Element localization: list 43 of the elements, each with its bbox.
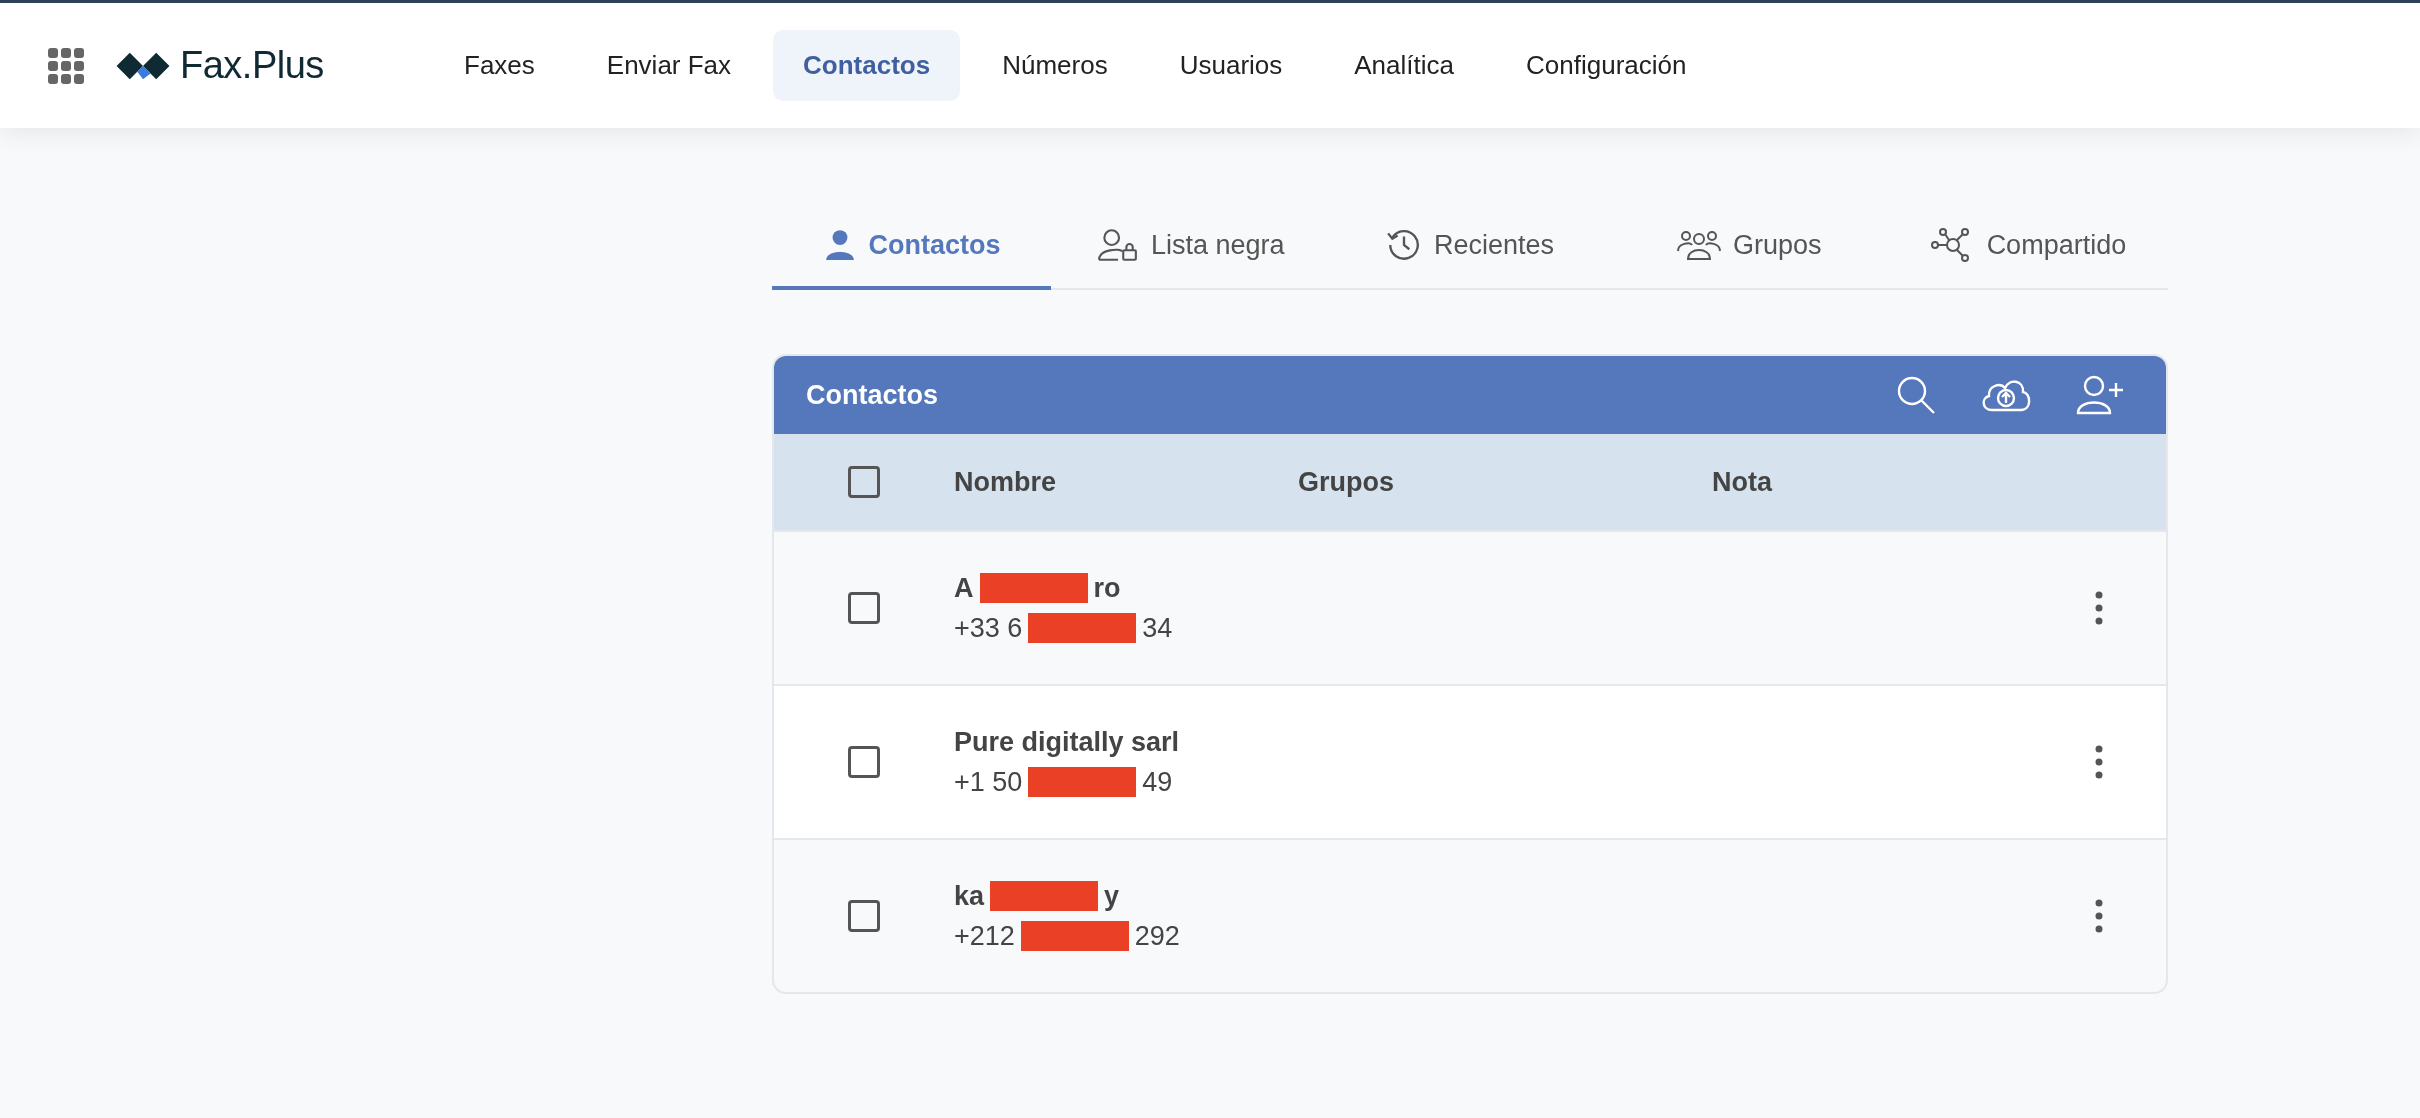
person-lock-icon [1097,228,1139,262]
phone-number: 49 [1142,766,1173,799]
contact-name: y [1104,880,1120,913]
phone-number: +212 [954,920,1015,953]
nav-link[interactable]: Usuarios [1149,30,1313,101]
row-checkbox[interactable] [848,900,880,932]
tab[interactable]: Compartido [1888,204,2168,290]
apps-grid-icon[interactable] [48,47,84,84]
nav-link[interactable]: Enviar Fax [576,30,762,101]
column-header: Nota [1712,466,1772,498]
tab[interactable]: Contactos [772,204,1052,290]
more-options-icon[interactable] [2094,591,2104,625]
more-options-icon[interactable] [2094,899,2104,933]
column-header: Grupos [1298,466,1395,498]
contact-name: ka [954,880,985,913]
row-checkbox[interactable] [848,592,880,624]
tab[interactable]: Grupos [1609,204,1889,290]
contact-row[interactable]: Pure digitally sarl +1 50 49 [774,684,2166,838]
phone-number: 34 [1142,612,1173,645]
phone-number: 292 [1134,920,1180,953]
contact-name: Pure digitally sarl [954,726,1180,759]
nav-link[interactable]: Analítica [1324,30,1484,101]
select-all-checkbox[interactable] [848,466,880,498]
nav-link[interactable]: Números [972,30,1138,101]
nav-link[interactable]: Configuración [1496,30,1717,101]
column-header: Nombre [954,466,1057,498]
nav-link[interactable]: Contactos [773,30,961,101]
tab[interactable]: Recientes [1330,204,1610,290]
brand-name: Fax.Plus [180,44,324,87]
phone-number: +33 6 [954,612,1023,645]
contact-name: ro [1093,572,1121,605]
group-icon [1676,229,1721,261]
search-icon[interactable] [1896,375,1936,415]
nav-link[interactable]: Faxes [434,30,565,101]
tab[interactable]: Lista negra [1051,204,1331,290]
add-person-icon[interactable] [2076,375,2126,415]
more-options-icon[interactable] [2094,745,2104,779]
row-checkbox[interactable] [848,746,880,778]
card-title: Contactos [806,379,938,411]
contact-row[interactable]: ka y +212 292 [774,838,2166,992]
history-icon [1385,227,1422,263]
phone-number: +1 50 [954,766,1023,799]
contact-name: A [954,572,974,605]
